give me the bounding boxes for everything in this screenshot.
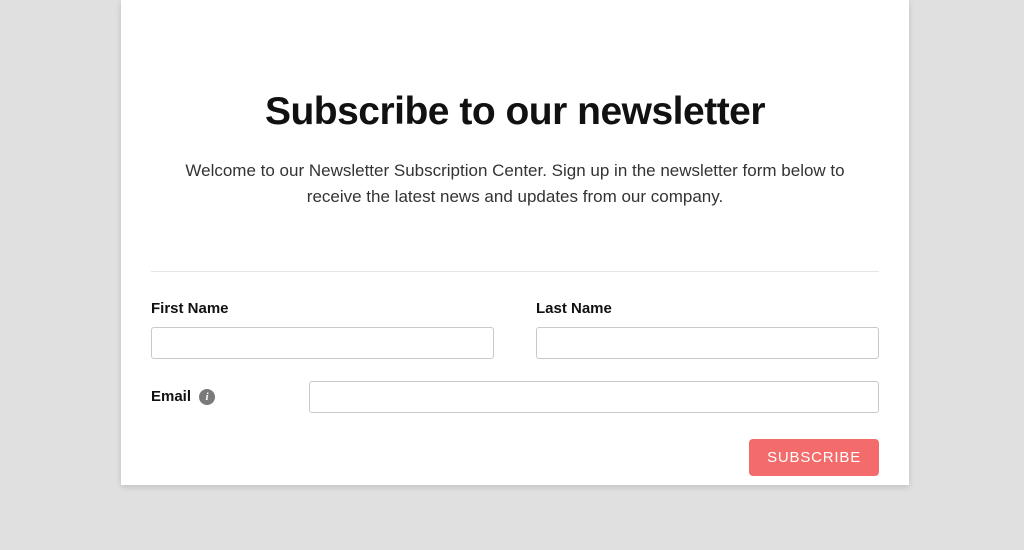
email-label: Email (151, 388, 191, 405)
first-name-input[interactable] (151, 327, 494, 359)
last-name-input[interactable] (536, 327, 879, 359)
content-area: Subscribe to our newsletter Welcome to o… (121, 0, 909, 485)
first-name-label: First Name (151, 300, 494, 317)
last-name-group: Last Name (536, 300, 879, 359)
email-row: Email i (151, 381, 879, 413)
button-row: SUBSCRIBE (151, 439, 879, 476)
email-input[interactable] (309, 381, 879, 413)
divider (151, 271, 879, 272)
page-description: Welcome to our Newsletter Subscription C… (165, 158, 865, 211)
first-name-group: First Name (151, 300, 494, 359)
page-title: Subscribe to our newsletter (151, 90, 879, 134)
subscription-panel: Subscribe to our newsletter Welcome to o… (121, 0, 909, 485)
subscribe-button[interactable]: SUBSCRIBE (749, 439, 879, 476)
name-row: First Name Last Name (151, 300, 879, 359)
info-icon[interactable]: i (199, 389, 215, 405)
last-name-label: Last Name (536, 300, 879, 317)
email-label-wrap: Email i (151, 388, 299, 405)
